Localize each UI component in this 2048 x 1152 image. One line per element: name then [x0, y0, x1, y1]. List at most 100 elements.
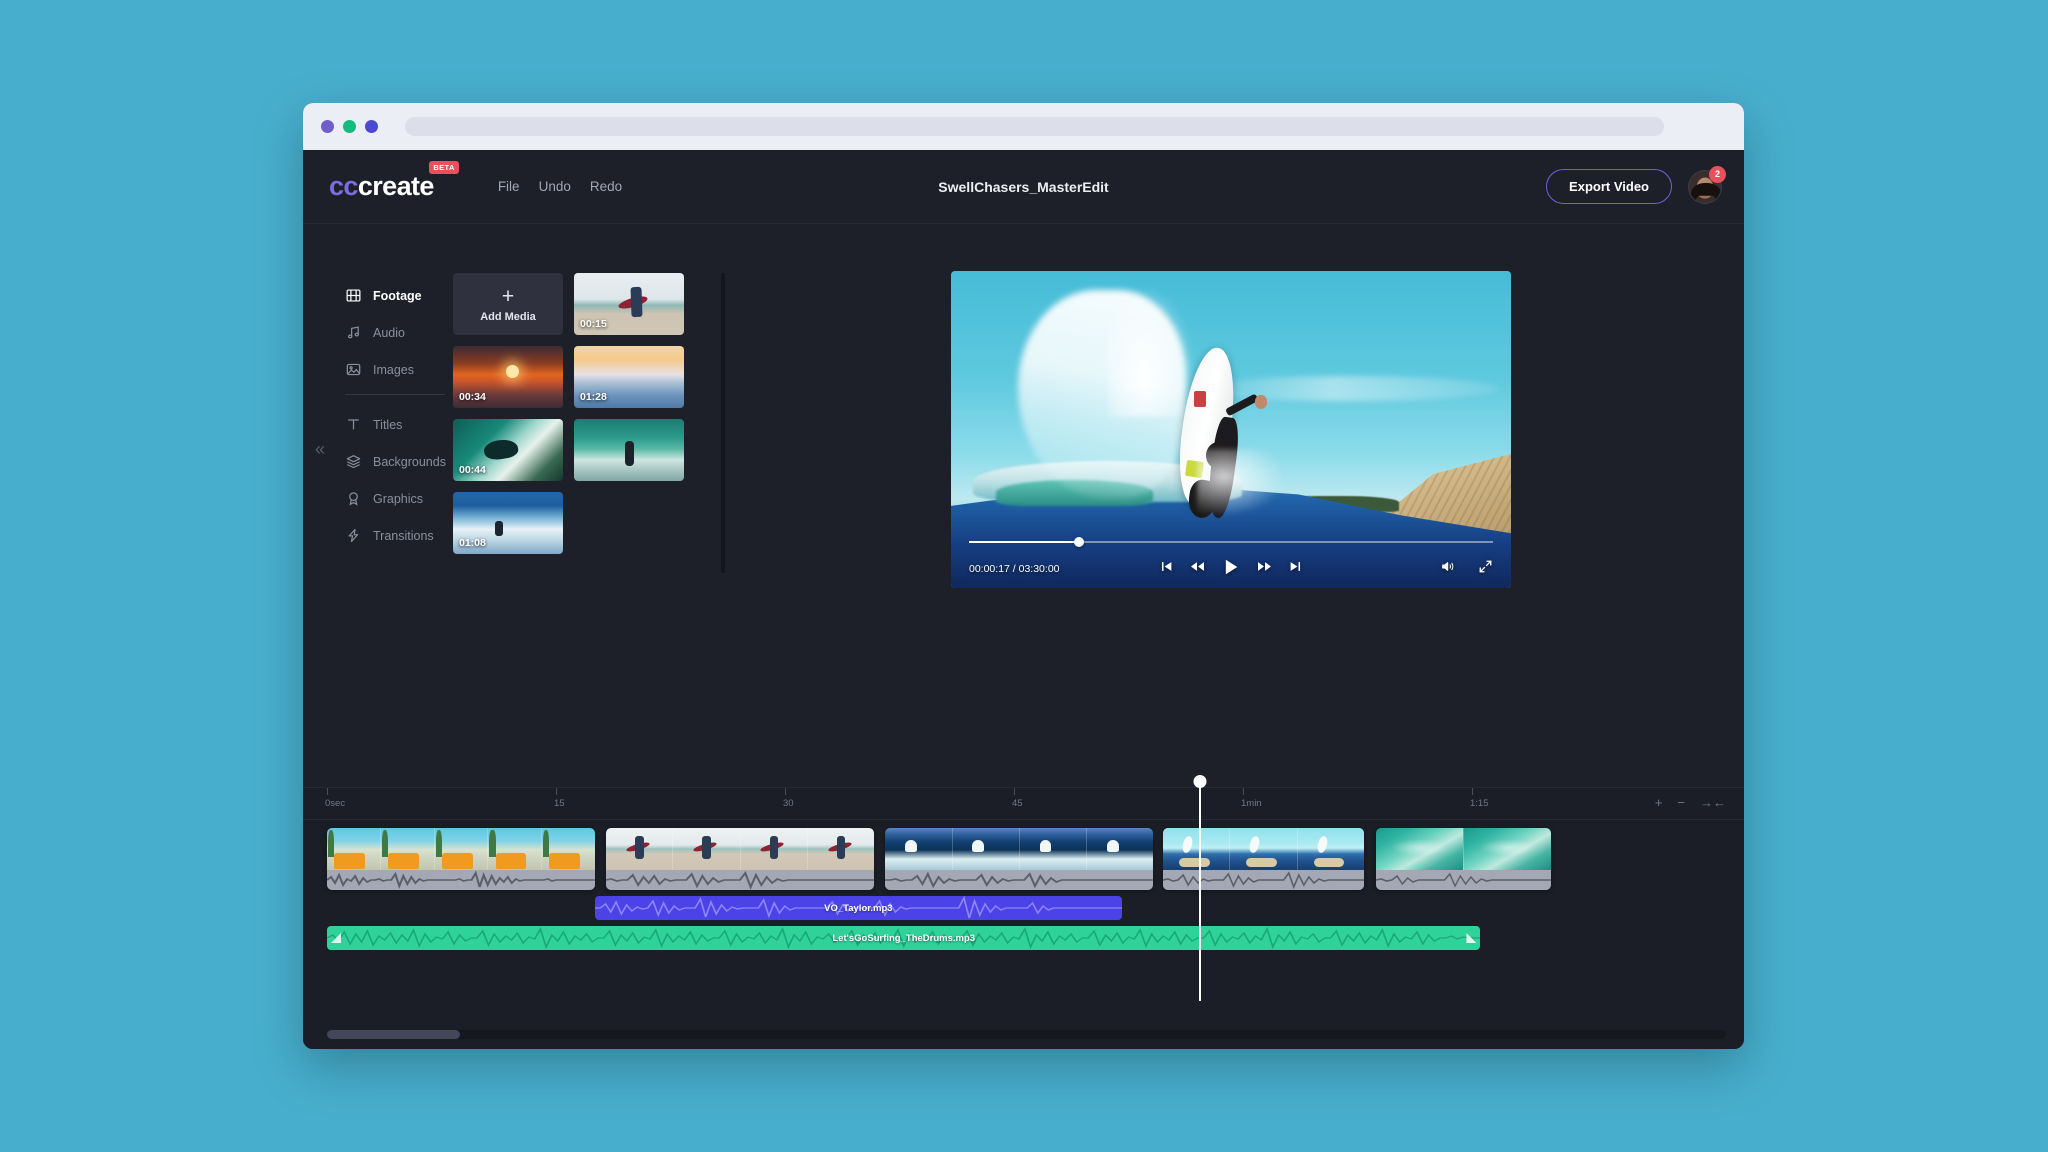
media-thumbnail	[574, 419, 684, 481]
sidebar-item-graphics[interactable]: Graphics	[345, 485, 453, 512]
zoom-out-button[interactable]: −	[1677, 796, 1685, 809]
clip-filmstrip	[327, 828, 595, 870]
user-avatar-wrap[interactable]: 2	[1688, 170, 1722, 204]
clip-waveform	[606, 870, 874, 890]
sidebar-item-titles[interactable]: Titles	[345, 411, 453, 438]
audio-track-vo: VO_Taylor.mp3	[327, 896, 1744, 920]
logo-prefix: cc	[329, 171, 358, 201]
skip-start-icon[interactable]	[1160, 560, 1173, 578]
ruler-label: 45	[1012, 798, 1023, 809]
menu-item-redo[interactable]: Redo	[590, 179, 622, 194]
browser-chrome	[303, 103, 1744, 150]
timeline-zoom-controls: + − →←	[1655, 796, 1726, 809]
timeline-scrollbar-thumb[interactable]	[327, 1030, 460, 1039]
logo-suffix: create	[358, 171, 434, 201]
media-duration: 01:08	[459, 537, 486, 549]
timeline-ruler[interactable]: 0sec 15 30 45 1min 1:15 + − →←	[303, 788, 1744, 820]
audio-clip-label: Let'sGoSurfing_TheDrums.mp3	[832, 933, 975, 944]
add-media-button[interactable]: + Add Media	[453, 273, 563, 335]
address-bar[interactable]	[405, 117, 1664, 136]
clip-waveform	[885, 870, 1153, 890]
media-tile[interactable]: 01:28	[574, 346, 684, 408]
media-duration: 00:44	[459, 464, 486, 476]
music-note-icon	[345, 325, 361, 341]
rewind-icon[interactable]	[1190, 559, 1205, 579]
sidebar-item-label: Footage	[373, 289, 422, 303]
volume-icon[interactable]	[1441, 559, 1456, 579]
top-bar: cccreate BETA File Undo Redo SwellChaser…	[303, 150, 1744, 224]
workspace: « Footage	[303, 224, 1744, 787]
ruler-label: 1min	[1241, 798, 1262, 809]
player-scrubber[interactable]	[969, 541, 1493, 543]
logo-text: cccreate	[329, 171, 434, 202]
notification-badge[interactable]: 2	[1709, 166, 1726, 183]
timeline: 0sec 15 30 45 1min 1:15 + − →←	[303, 787, 1744, 1049]
export-video-button[interactable]: Export Video	[1546, 169, 1672, 204]
audio-clip-label: VO_Taylor.mp3	[824, 903, 892, 914]
film-icon	[345, 288, 361, 304]
timeline-clip-airdrop[interactable]	[1163, 828, 1364, 890]
timeline-scrollbar[interactable]	[327, 1030, 1726, 1039]
clip-filmstrip	[885, 828, 1153, 870]
timeline-clip-bigbarrel[interactable]	[885, 828, 1153, 890]
sidebar-item-audio[interactable]: Audio	[345, 319, 453, 346]
timeline-audio-clip-vo[interactable]: VO_Taylor.mp3	[595, 896, 1122, 920]
menu-item-file[interactable]: File	[498, 179, 520, 194]
surfer-hand	[1255, 395, 1268, 409]
sidebar-item-images[interactable]: Images	[345, 356, 453, 383]
sidebar-item-transitions[interactable]: Transitions	[345, 522, 453, 549]
media-tile[interactable]	[574, 419, 684, 481]
window-minimize-dot[interactable]	[343, 120, 356, 133]
window-close-dot[interactable]	[321, 120, 334, 133]
collapse-panel-icon[interactable]: «	[315, 439, 325, 460]
timeline-clip-surfwalk[interactable]	[606, 828, 874, 890]
ruler-label: 0sec	[325, 798, 345, 809]
timeline-audio-clip-music[interactable]: Let'sGoSurfing_TheDrums.mp3	[327, 926, 1480, 950]
media-tile[interactable]: 01:08	[453, 492, 563, 554]
timeline-clip-bus[interactable]	[327, 828, 595, 890]
media-tile[interactable]: 00:15	[574, 273, 684, 335]
menu-item-undo[interactable]: Undo	[539, 179, 571, 194]
sidebar-item-footage[interactable]: Footage	[345, 282, 453, 309]
play-icon[interactable]	[1222, 558, 1240, 581]
water-spray-secondary	[1108, 284, 1198, 417]
preview-area: 00:00:17 / 03:30:00	[765, 224, 1744, 787]
sidebar-item-label: Transitions	[373, 529, 434, 543]
sidebar-item-label: Graphics	[373, 492, 423, 506]
sidebar-item-backgrounds[interactable]: Backgrounds	[345, 448, 453, 475]
app-root: cccreate BETA File Undo Redo SwellChaser…	[303, 150, 1744, 1049]
media-panel: + Add Media 00:15 00:34 01:28	[453, 224, 765, 787]
plus-icon: +	[502, 286, 514, 307]
layers-icon	[345, 454, 361, 470]
zoom-in-button[interactable]: +	[1655, 796, 1663, 809]
video-player[interactable]: 00:00:17 / 03:30:00	[951, 271, 1511, 588]
fullscreen-icon[interactable]	[1478, 559, 1493, 579]
media-duration: 00:34	[459, 391, 486, 403]
fit-timeline-button[interactable]: →←	[1700, 796, 1726, 809]
app-logo[interactable]: cccreate BETA	[329, 171, 434, 202]
player-scrubber-knob[interactable]	[1074, 537, 1084, 547]
text-icon	[345, 417, 361, 433]
timeline-tracks: VO_Taylor.mp3	[303, 820, 1744, 950]
top-bar-right: Export Video 2	[1546, 169, 1722, 204]
window-maximize-dot[interactable]	[365, 120, 378, 133]
media-duration: 01:28	[580, 391, 607, 403]
media-panel-scrollbar[interactable]	[721, 273, 725, 573]
clip-filmstrip	[1163, 828, 1364, 870]
clip-filmstrip	[1376, 828, 1552, 870]
sidebar-divider	[345, 394, 445, 395]
sidebar-item-label: Images	[373, 363, 414, 377]
avatar-hair	[1691, 183, 1721, 204]
skip-end-icon[interactable]	[1289, 560, 1302, 578]
sidebar-item-label: Audio	[373, 326, 405, 340]
badge-icon	[345, 491, 361, 507]
sidebar-nav: Footage Audio	[303, 224, 453, 787]
ruler-label: 30	[783, 798, 794, 809]
timeline-clip-foam[interactable]	[1376, 828, 1552, 890]
fast-forward-icon[interactable]	[1257, 559, 1272, 579]
clip-waveform	[1163, 870, 1364, 890]
add-media-label: Add Media	[480, 311, 536, 323]
media-tile[interactable]: 00:44	[453, 419, 563, 481]
player-scrubber-fill	[969, 541, 1079, 543]
media-tile[interactable]: 00:34	[453, 346, 563, 408]
